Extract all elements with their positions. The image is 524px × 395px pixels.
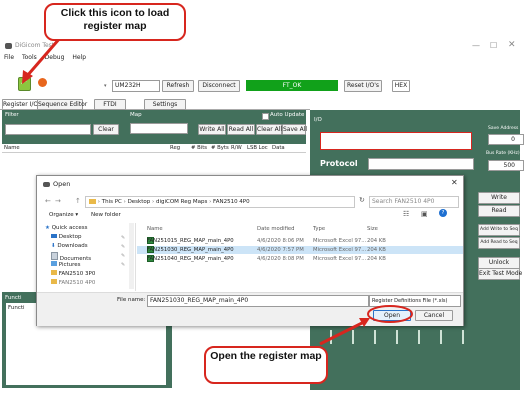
bottom-callout-arrow	[319, 320, 365, 346]
callout-arrows	[22, 37, 413, 346]
callout-load-register-map: Click this icon to load register map	[44, 3, 186, 41]
top-callout-arrow	[25, 37, 62, 77]
callout-open-register-map: Open the register map	[204, 346, 328, 384]
open-button-highlight	[367, 305, 413, 323]
